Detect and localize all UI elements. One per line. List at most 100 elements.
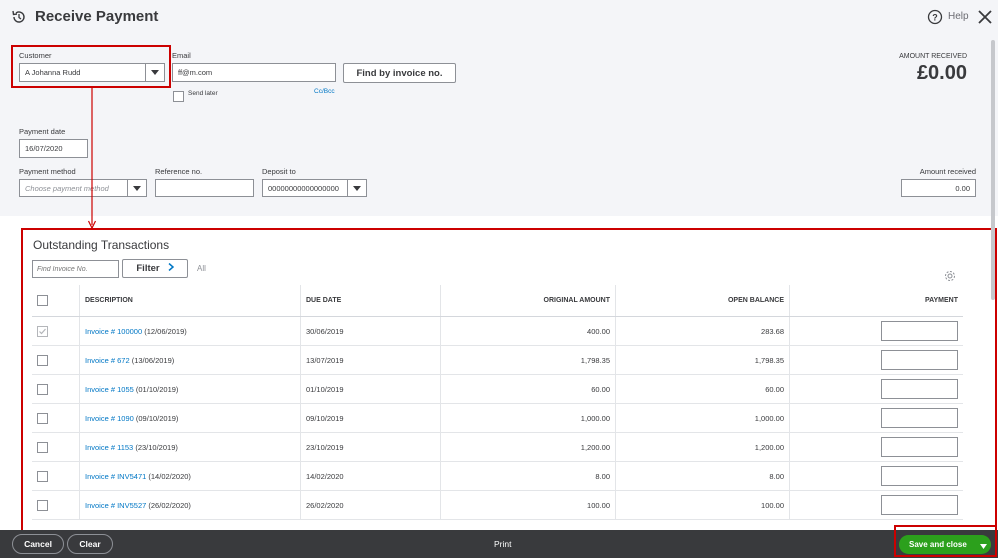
chevron-down-icon[interactable] xyxy=(347,180,366,196)
invoice-date: (01/10/2019) xyxy=(135,384,179,394)
original-amount: 60.00 xyxy=(440,374,616,404)
find-invoice-input[interactable] xyxy=(32,260,119,278)
original-amount: 1,200.00 xyxy=(440,432,616,462)
chevron-down-icon[interactable] xyxy=(980,542,987,551)
page-scrollbar[interactable] xyxy=(991,40,995,300)
send-later-label: Send later xyxy=(188,90,218,97)
row-checkbox[interactable] xyxy=(37,441,48,453)
col-description: DESCRIPTION xyxy=(79,285,301,317)
invoice-link[interactable]: Invoice # INV5527 xyxy=(85,501,146,510)
invoice-link[interactable]: Invoice # 1090 xyxy=(85,414,134,423)
open-balance: 1,000.00 xyxy=(615,403,790,433)
invoice-date: (14/02/2020) xyxy=(148,471,191,481)
select-all-cell xyxy=(32,285,80,317)
deposit-to-select[interactable]: 00000000000000000 xyxy=(262,179,367,197)
row-checkbox[interactable] xyxy=(37,383,48,395)
invoice-date: (26/02/2020) xyxy=(148,500,191,510)
col-original-amount: ORIGINAL AMOUNT xyxy=(440,285,616,317)
due-date: 01/10/2019 xyxy=(300,374,441,404)
filter-button[interactable]: Filter xyxy=(122,259,188,278)
help-icon[interactable]: ? xyxy=(927,9,943,30)
original-amount: 8.00 xyxy=(440,461,616,491)
invoice-date: (09/10/2019) xyxy=(135,413,179,423)
col-open-balance: OPEN BALANCE xyxy=(615,285,790,317)
customer-label: Customer xyxy=(19,51,52,60)
close-icon[interactable] xyxy=(976,8,994,31)
payment-input[interactable] xyxy=(881,379,958,399)
annotation-arrow xyxy=(87,87,97,230)
table-row: Invoice # 1090 (09/10/2019) 09/10/2019 1… xyxy=(32,403,963,433)
open-balance: 100.00 xyxy=(615,490,790,520)
due-date: 23/10/2019 xyxy=(300,432,441,462)
invoice-date: (12/06/2019) xyxy=(144,326,187,336)
row-checkbox[interactable] xyxy=(37,412,48,424)
invoice-link[interactable]: Invoice # 672 xyxy=(85,356,130,365)
payment-method-label: Payment method xyxy=(19,167,76,176)
deposit-to-label: Deposit to xyxy=(262,167,296,176)
due-date: 14/02/2020 xyxy=(300,461,441,491)
filter-all-label: All xyxy=(197,264,206,273)
payment-date-input[interactable]: 16/07/2020 xyxy=(19,139,88,158)
invoice-link[interactable]: Invoice # 1153 xyxy=(85,443,133,452)
table-header-row: DESCRIPTION DUE DATE ORIGINAL AMOUNT OPE… xyxy=(32,285,963,317)
cc-bcc-link[interactable]: Cc/Bcc xyxy=(314,88,335,95)
table-row: Invoice # 672 (13/06/2019) 13/07/2019 1,… xyxy=(32,345,963,375)
amount-received-label: AMOUNT RECEIVED xyxy=(899,53,967,60)
table-row: Invoice # 1055 (01/10/2019) 01/10/2019 6… xyxy=(32,374,963,404)
col-due-date: DUE DATE xyxy=(300,285,441,317)
invoice-date: (23/10/2019) xyxy=(135,442,178,452)
chevron-right-icon xyxy=(168,262,174,274)
due-date: 09/10/2019 xyxy=(300,403,441,433)
chevron-down-icon[interactable] xyxy=(145,64,164,81)
clear-button[interactable]: Clear xyxy=(67,534,113,554)
find-by-invoice-button[interactable]: Find by invoice no. xyxy=(343,63,456,83)
invoice-link[interactable]: Invoice # INV5471 xyxy=(85,472,146,481)
save-and-close-button[interactable]: Save and close xyxy=(899,535,991,554)
payment-input[interactable] xyxy=(881,321,958,341)
filter-label: Filter xyxy=(136,263,160,274)
table-row: Invoice # INV5471 (14/02/2020) 14/02/202… xyxy=(32,461,963,491)
original-amount: 1,798.35 xyxy=(440,345,616,375)
table-row: Invoice # INV5527 (26/02/2020) 26/02/202… xyxy=(32,490,963,520)
payment-input[interactable] xyxy=(881,350,958,370)
history-icon[interactable] xyxy=(11,9,27,30)
open-balance: 1,200.00 xyxy=(615,432,790,462)
open-balance: 8.00 xyxy=(615,461,790,491)
invoice-link[interactable]: Invoice # 100000 xyxy=(85,327,142,336)
cancel-button[interactable]: Cancel xyxy=(12,534,64,554)
amount-received-field-label: Amount received xyxy=(919,167,976,176)
row-checkbox[interactable] xyxy=(37,470,48,482)
chevron-down-icon[interactable] xyxy=(127,180,146,196)
page-title: Receive Payment xyxy=(35,8,159,25)
open-balance: 1,798.35 xyxy=(615,345,790,375)
send-later-checkbox[interactable] xyxy=(173,88,184,106)
original-amount: 1,000.00 xyxy=(440,403,616,433)
row-checkbox[interactable] xyxy=(37,499,48,511)
payment-input[interactable] xyxy=(881,495,958,515)
open-balance: 60.00 xyxy=(615,374,790,404)
amount-received-total: £0.00 xyxy=(916,62,967,84)
email-input[interactable]: ff@m.com xyxy=(172,63,336,82)
row-checkbox[interactable] xyxy=(37,354,48,366)
due-date: 26/02/2020 xyxy=(300,490,441,520)
customer-select[interactable]: A Johanna Rudd xyxy=(19,63,165,82)
reference-label: Reference no. xyxy=(155,167,203,176)
select-all-checkbox[interactable] xyxy=(37,295,48,306)
reference-input[interactable] xyxy=(155,179,254,197)
help-link[interactable]: Help xyxy=(948,11,969,22)
email-label: Email xyxy=(172,51,191,60)
table-row: Invoice # 100000 (12/06/2019) 30/06/2019… xyxy=(32,316,963,346)
print-link[interactable]: Print xyxy=(494,539,511,549)
payment-date-label: Payment date xyxy=(19,127,66,136)
row-checkbox[interactable] xyxy=(37,325,48,337)
amount-received-input[interactable]: 0.00 xyxy=(901,179,976,197)
payment-input[interactable] xyxy=(881,437,958,457)
outstanding-table: DESCRIPTION DUE DATE ORIGINAL AMOUNT OPE… xyxy=(32,285,963,520)
svg-text:?: ? xyxy=(932,13,938,23)
invoice-link[interactable]: Invoice # 1055 xyxy=(85,385,134,394)
invoice-date: (13/06/2019) xyxy=(131,355,175,365)
payment-input[interactable] xyxy=(881,408,958,428)
payment-method-select[interactable]: Choose payment method xyxy=(19,179,147,197)
payment-input[interactable] xyxy=(881,466,958,486)
table-row: Invoice # 1153 (23/10/2019) 23/10/2019 1… xyxy=(32,432,963,462)
